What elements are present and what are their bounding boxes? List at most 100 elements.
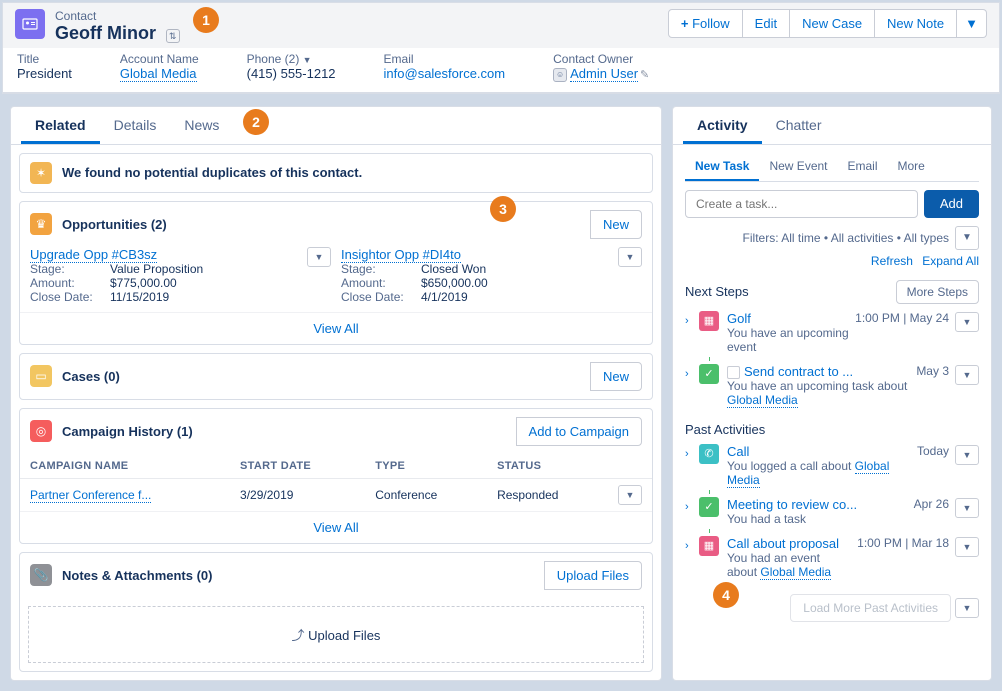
call-icon: ✆ (699, 444, 719, 464)
expand-chevron-icon[interactable]: › (685, 501, 697, 513)
activity-desc: You have an upcoming event (727, 326, 851, 354)
subtab-more[interactable]: More (888, 153, 935, 181)
duplicates-icon: ✶ (30, 162, 52, 184)
load-more-button[interactable]: Load More Past Activities (790, 594, 951, 622)
follow-button[interactable]: + Follow (668, 9, 743, 38)
subtab-new-event[interactable]: New Event (759, 153, 837, 181)
next-steps-timeline: › ▦ Golf You have an upcoming event 1:00… (673, 306, 991, 416)
create-task-input[interactable] (685, 190, 918, 218)
activity-link[interactable]: Send contract to ... (744, 364, 853, 379)
activity-meta: Apr 26 (914, 497, 949, 511)
notes-card: 📎 Notes & Attachments (0) Upload Files ⤴… (19, 552, 653, 672)
expand-chevron-icon[interactable]: › (685, 540, 697, 552)
upload-dropzone[interactable]: ⤴ Upload Files (28, 606, 644, 663)
duplicates-card: ✶ We found no potential duplicates of th… (19, 153, 653, 193)
right-tabs: Activity Chatter (673, 107, 991, 145)
activity-menu-button[interactable]: ▼ (955, 498, 979, 518)
campaign-row-link[interactable]: Partner Conference f... (30, 488, 151, 503)
activity-menu-button[interactable]: ▼ (955, 445, 979, 465)
header-actions: + Follow Edit New Case New Note ▼ (668, 9, 987, 38)
duplicates-message: We found no potential duplicates of this… (62, 165, 642, 180)
opportunity-link[interactable]: Insightor Opp #DI4to (341, 247, 461, 263)
phone-label: Phone (2) ▼ (247, 52, 336, 66)
owner-avatar-icon: ☺ (553, 68, 567, 82)
campaign-table: CAMPAIGN NAME START DATE TYPE STATUS Par… (20, 454, 652, 511)
event-icon: ▦ (699, 536, 719, 556)
activity-link[interactable]: Golf (727, 311, 751, 326)
opportunity-menu-button[interactable]: ▼ (618, 247, 642, 267)
cases-title: Cases (0) (62, 369, 590, 384)
opportunity-item: Upgrade Opp #CB3sz ▼ Stage:Value Proposi… (30, 247, 331, 304)
notes-title: Notes & Attachments (0) (62, 568, 544, 583)
expand-all-link[interactable]: Expand All (922, 254, 979, 268)
subtab-new-task[interactable]: New Task (685, 153, 759, 181)
campaign-card: ◎ Campaign History (1) Add to Campaign C… (19, 408, 653, 544)
opportunity-icon: ♛ (30, 213, 52, 235)
callout-3: 3 (490, 196, 516, 222)
opportunity-menu-button[interactable]: ▼ (307, 247, 331, 267)
subtab-email[interactable]: Email (838, 153, 888, 181)
opportunities-viewall-link[interactable]: View All (313, 321, 358, 336)
opportunity-link[interactable]: Upgrade Opp #CB3sz (30, 247, 157, 263)
callout-4: 4 (713, 582, 739, 608)
left-tabs: Related Details News 2 (11, 107, 661, 145)
add-to-campaign-button[interactable]: Add to Campaign (516, 417, 642, 446)
highlights-panel: TitlePresident Account NameGlobal Media … (3, 48, 999, 93)
activity-link[interactable]: Meeting to review co... (727, 497, 857, 512)
more-actions-button[interactable]: ▼ (957, 9, 987, 38)
activity-link[interactable]: Call about proposal (727, 536, 839, 551)
add-task-button[interactable]: Add (924, 190, 979, 218)
activity-meta: 1:00 PM | Mar 18 (857, 536, 949, 550)
task-checkbox[interactable] (727, 366, 740, 379)
tab-chatter[interactable]: Chatter (762, 107, 836, 144)
col-start-date: START DATE (230, 454, 365, 479)
tab-activity[interactable]: Activity (683, 107, 762, 144)
record-header: Contact Geoff Minor ⇅ 1 + Follow Edit Ne… (3, 3, 999, 48)
col-status: STATUS (487, 454, 608, 479)
upload-files-button[interactable]: Upload Files (544, 561, 642, 590)
activity-desc: You logged a call about Global Media (727, 459, 913, 487)
load-more-menu[interactable]: ▼ (955, 598, 979, 618)
more-steps-button[interactable]: More Steps (896, 280, 979, 304)
activity-link[interactable]: Call (727, 444, 749, 459)
campaign-row-menu[interactable]: ▼ (618, 485, 642, 505)
activity-menu-button[interactable]: ▼ (955, 312, 979, 332)
activity-meta: May 3 (916, 364, 949, 378)
campaign-title: Campaign History (1) (62, 424, 516, 439)
expand-chevron-icon[interactable]: › (685, 368, 697, 380)
contact-icon (15, 9, 45, 39)
campaign-icon: ◎ (30, 420, 52, 442)
new-case-button[interactable]: New Case (790, 9, 875, 38)
new-case-related-button[interactable]: New (590, 362, 642, 391)
account-link[interactable]: Global Media (120, 66, 197, 82)
filter-settings-button[interactable]: ▼ (955, 226, 979, 250)
tab-details[interactable]: Details (100, 107, 171, 144)
owner-link[interactable]: Admin User (570, 66, 638, 82)
new-opportunity-button[interactable]: New (590, 210, 642, 239)
attachment-icon: 📎 (30, 564, 52, 586)
tab-news[interactable]: News (170, 107, 233, 144)
activity-desc: You have an upcoming task about Global M… (727, 379, 912, 407)
related-account-link[interactable]: Global Media (727, 393, 798, 408)
tab-related[interactable]: Related (21, 107, 100, 144)
record-type-label: Contact (55, 9, 180, 23)
refresh-link[interactable]: Refresh (871, 254, 913, 268)
campaign-viewall-link[interactable]: View All (313, 520, 358, 535)
new-note-button[interactable]: New Note (875, 9, 957, 38)
activity-menu-button[interactable]: ▼ (955, 365, 979, 385)
expand-chevron-icon[interactable]: › (685, 448, 697, 460)
activity-meta: 1:00 PM | May 24 (855, 311, 949, 325)
owner-edit-icon[interactable]: ✎ (640, 68, 649, 81)
hierarchy-icon[interactable]: ⇅ (166, 29, 180, 43)
activity-menu-button[interactable]: ▼ (955, 537, 979, 557)
edit-button[interactable]: Edit (743, 9, 790, 38)
past-activities-timeline: › ✆ Call You logged a call about Global … (673, 439, 991, 588)
event-icon: ▦ (699, 311, 719, 331)
past-activities-heading: Past Activities (685, 422, 765, 437)
activity-desc: You had an event about Global Media (727, 551, 853, 579)
phone-value: (415) 555-1212 (247, 66, 336, 81)
related-account-link[interactable]: Global Media (760, 565, 831, 580)
task-icon: ✓ (699, 364, 719, 384)
expand-chevron-icon[interactable]: › (685, 315, 697, 327)
email-link[interactable]: info@salesforce.com (384, 66, 506, 81)
